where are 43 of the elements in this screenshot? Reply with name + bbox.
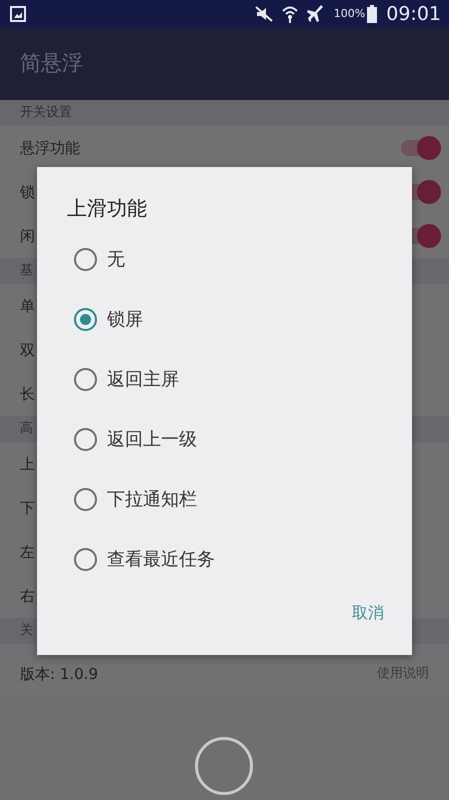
setting-label: 下 [20, 498, 35, 519]
option-label: 无 [107, 248, 125, 272]
battery-icon [367, 5, 378, 23]
section-title: 基 [20, 262, 33, 280]
setting-label: 悬浮功能 [20, 138, 80, 159]
home-button[interactable] [195, 737, 253, 795]
radio-button[interactable] [74, 248, 97, 270]
setting-label: 长 [20, 384, 35, 405]
app-title: 简悬浮 [20, 50, 83, 78]
setting-label: 锁 [20, 182, 35, 203]
radio-option[interactable]: 无 [67, 229, 382, 289]
option-label: 下拉通知栏 [107, 488, 197, 512]
radio-button[interactable] [74, 548, 97, 570]
setting-label: 双 [20, 340, 35, 361]
battery-text: 100% [334, 6, 366, 22]
setting-label: 版本: 1.0.9 [20, 664, 98, 685]
radio-option[interactable]: 锁屏 [67, 289, 382, 349]
mute-icon [254, 6, 273, 22]
option-label: 返回主屏 [107, 368, 179, 392]
airplane-icon [306, 5, 325, 23]
section-title: 开关设置 [20, 104, 72, 122]
setting-label: 闲 [20, 226, 35, 247]
radio-button[interactable] [74, 488, 97, 510]
section-title: 高 [20, 420, 33, 438]
setting-label: 上 [20, 454, 35, 475]
setting-label: 右 [20, 586, 35, 607]
radio-button[interactable] [74, 428, 97, 450]
setting-label: 单 [20, 296, 35, 317]
radio-button[interactable] [74, 308, 97, 330]
image-icon [10, 6, 26, 22]
option-label: 查看最近任务 [107, 548, 215, 572]
radio-option[interactable]: 返回上一级 [67, 409, 382, 469]
option-label: 锁屏 [107, 308, 143, 332]
radio-option[interactable]: 查看最近任务 [67, 529, 382, 589]
radio-button[interactable] [74, 368, 97, 390]
option-label: 返回上一级 [107, 428, 197, 452]
radio-option[interactable]: 返回主屏 [67, 349, 382, 409]
setting-label: 左 [20, 542, 35, 563]
section-title: 关 [20, 622, 33, 640]
wifi-icon [282, 5, 298, 23]
radio-option[interactable]: 下拉通知栏 [67, 469, 382, 529]
clock-text: 09:01 [386, 2, 441, 27]
dialog-title: 上滑功能 [67, 195, 148, 222]
